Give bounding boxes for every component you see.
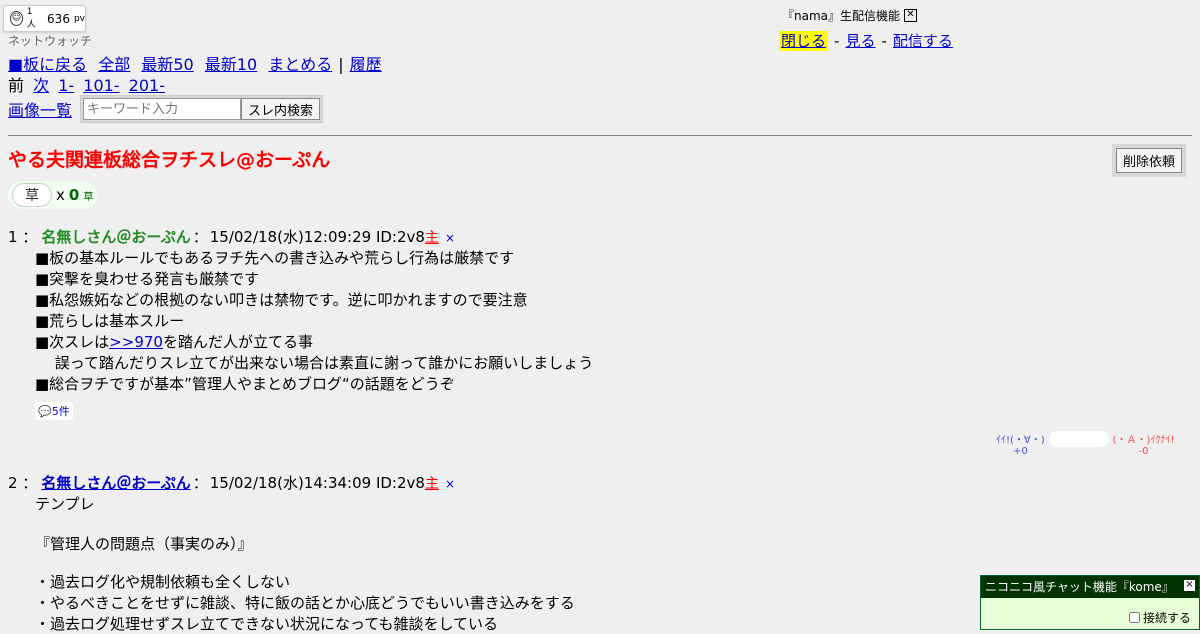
search-input[interactable] — [83, 98, 242, 120]
replies-badge[interactable]: 💬5件 — [35, 402, 73, 420]
post-line: ■荒らしは基本スルー — [35, 312, 185, 330]
speech-bubble-icon: 💬 — [38, 405, 52, 418]
chat-connect[interactable]: 接続する — [1128, 609, 1191, 626]
owner-mark[interactable]: 主 — [425, 227, 439, 247]
latest10-link[interactable]: 最新10 — [205, 55, 257, 74]
prev-label: 前 — [8, 76, 25, 95]
range-201-link[interactable]: 201- — [129, 76, 165, 95]
post-line: 『管理人の問題点（事実のみ）』 — [35, 535, 253, 553]
search-button[interactable]: スレ内検索 — [241, 98, 321, 120]
thread-title: やる夫関連板総合ヲチスレ@おーぷん — [8, 149, 331, 171]
vote-good-count: +0 — [1012, 446, 1028, 457]
next-link[interactable]: 次 — [33, 76, 49, 95]
range-1-link[interactable]: 1- — [58, 76, 74, 95]
post-date: 15/02/18(水)14:34:09 ID:2v8 — [209, 474, 425, 492]
post-line: テンプレ — [35, 495, 95, 513]
post-number: 1 ： — [8, 228, 38, 246]
watch-people: 1人 — [26, 7, 36, 30]
vote-good[interactable]: ｲｲ!(・∀・) +0 — [996, 431, 1045, 457]
nama-broadcast-link[interactable]: 配信する — [893, 32, 953, 50]
post-line: ■突撃を臭わせる発言も厳禁です — [35, 270, 260, 288]
board-label: ネットウォッチ — [8, 34, 93, 48]
watch-pv-count: 636 — [47, 11, 70, 26]
history-link[interactable]: 履歴 — [350, 55, 382, 74]
close-icon[interactable]: × — [1184, 580, 1195, 591]
anchor-link[interactable]: >>970 — [109, 333, 163, 351]
post-number: 2 ： — [8, 474, 38, 492]
nama-close-link[interactable]: 閉じる — [779, 31, 829, 51]
reply-count: 5件 — [51, 405, 70, 418]
post-text: を踏んだ人が立てる事 — [162, 333, 313, 351]
post-line: ■板の基本ルールでもあるヲチ先への書き込みや荒らし行為は厳禁です — [35, 249, 515, 267]
connect-checkbox[interactable] — [1128, 612, 1140, 623]
search-box: スレ内検索 — [80, 95, 324, 123]
post-line: 誤って踏んだりスレ立てが出来ない場合は素直に謝って誰かにお願いしましょう — [35, 354, 594, 372]
hide-post-icon[interactable]: × — [445, 231, 455, 245]
nama-header: 『nama』生配信機能 ✕ — [782, 7, 918, 24]
vote-bar: ｲｲ!(・∀・) +0 (・Ａ・)ｲｸﾅｲ! -0 — [996, 431, 1174, 457]
divider — [8, 135, 1192, 136]
post-text: ■次スレは — [35, 333, 110, 351]
nama-links: 閉じる - 見る - 配信する — [779, 30, 953, 51]
post-sep: ： — [192, 228, 208, 246]
chat-panel: ニコニコ風チャット機能『kome』 × 接続する — [980, 575, 1200, 630]
kusa-x: x — [56, 186, 65, 204]
vote-meter — [1048, 431, 1109, 447]
kusa-widget: 草 x 0 草 — [8, 181, 98, 209]
tools-row: 画像一覧 スレ内検索 — [8, 95, 324, 123]
hide-post-icon[interactable]: × — [445, 477, 455, 491]
owner-mark[interactable]: 主 — [425, 473, 439, 493]
poster-name: 名無しさん＠おーぷん — [41, 228, 191, 246]
kusa-unit: 草 — [83, 191, 94, 203]
chat-header: ニコニコ風チャット機能『kome』 × — [981, 576, 1199, 598]
summarize-link[interactable]: まとめる — [268, 55, 332, 74]
watch-pv-unit: pv — [73, 13, 85, 24]
post-line: ■私怨嫉妬などの根拠のない叩きは禁物です。逆に叩かれますので要注意 — [35, 291, 528, 309]
vote-bad-label: (・Ａ・)ｲｸﾅｲ! — [1112, 435, 1175, 446]
nama-watch-link[interactable]: 見る — [845, 32, 875, 50]
post-line: ・やるべきことをせずに雑談、特に飯の話とか心底どうでもいい書き込みをする — [35, 594, 575, 612]
post-sep: ： — [192, 474, 208, 492]
delete-request-button[interactable]: 削除依頼 — [1116, 148, 1183, 173]
page-nav: 前 次 1- 101- 201- — [8, 72, 165, 96]
delete-request-wrap: 削除依頼 — [1112, 144, 1187, 177]
close-box-icon[interactable]: ✕ — [904, 9, 918, 22]
post-header: 1 ： 名無しさん＠おーぷん ： 15/02/18(水)12:09:29 ID:… — [8, 226, 455, 247]
post-line: ・過去ログ化や規制依頼も全くしない — [35, 573, 291, 591]
post-date: 15/02/18(水)12:09:29 ID:2v8 — [209, 228, 425, 246]
image-list-link[interactable]: 画像一覧 — [8, 97, 72, 121]
nama-title: 『nama』生配信機能 — [782, 9, 901, 23]
range-101-link[interactable]: 101- — [83, 76, 119, 95]
nama-sep: - — [834, 32, 840, 50]
post-line: ・過去ログ処理せずスレ立てできない状況になっても雑談をしている — [35, 615, 499, 633]
kusa-count: 0 — [68, 186, 80, 204]
post-line: ■総合ヲチですが基本”管理人やまとめブログ“の話題をどうぞ — [35, 375, 455, 393]
chat-title: ニコニコ風チャット機能『kome』 — [985, 580, 1174, 594]
vote-bad-count: -0 — [1138, 446, 1149, 457]
connect-label: 接続する — [1142, 611, 1191, 625]
post-line: ■次スレは>>970を踏んだ人が立てる事 — [35, 331, 313, 352]
watch-counter: ☺ 1人 636 pv — [3, 5, 86, 32]
poster-name-link[interactable]: 名無しさん＠おーぷん — [41, 472, 190, 493]
smiley-icon: ☺ — [10, 11, 23, 26]
post-header: 2 ： 名無しさん＠おーぷん ： 15/02/18(水)14:34:09 ID:… — [8, 472, 455, 493]
kusa-button[interactable]: 草 — [12, 183, 52, 207]
nav-separator: | — [338, 55, 344, 74]
vote-good-label: ｲｲ!(・∀・) — [996, 435, 1045, 446]
vote-bad[interactable]: (・Ａ・)ｲｸﾅｲ! -0 — [1113, 431, 1175, 457]
nama-sep: - — [881, 32, 887, 50]
